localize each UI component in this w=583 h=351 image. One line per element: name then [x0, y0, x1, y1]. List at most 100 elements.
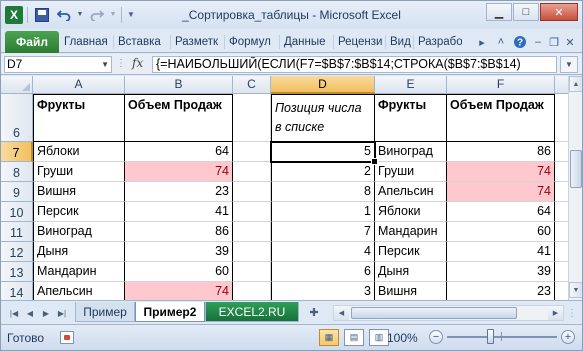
cell-e7[interactable]: Виноград	[375, 142, 447, 162]
cell-c8[interactable]	[233, 162, 271, 182]
cell-d14[interactable]: 3	[271, 282, 375, 300]
cell-b9[interactable]: 23	[125, 182, 233, 202]
split-handle[interactable]: ⋮	[566, 305, 578, 321]
tab-insert[interactable]: Вставка	[117, 33, 168, 51]
cell-c10[interactable]	[233, 202, 271, 222]
help-button[interactable]: ?	[512, 33, 528, 51]
last-sheet-button[interactable]: ▶|	[55, 306, 69, 320]
row-header-7[interactable]: 7	[1, 142, 33, 162]
cell-a7[interactable]: Яблоки	[33, 142, 125, 162]
cell-c6[interactable]	[233, 94, 271, 142]
cell-g10[interactable]	[555, 202, 568, 222]
cell-c14[interactable]	[233, 282, 271, 300]
workbook-restore-button[interactable]: ❐	[547, 33, 561, 51]
cell-d6[interactable]: Позиция числа в списке	[271, 94, 375, 142]
scroll-left-button[interactable]: ◀	[334, 306, 349, 320]
cell-a9[interactable]: Вишня	[33, 182, 125, 202]
cell-d12[interactable]: 4	[271, 242, 375, 262]
column-header-a[interactable]: A	[33, 76, 125, 94]
ribbon-more-tabs[interactable]: ▸	[475, 33, 489, 51]
tab-file[interactable]: Файл	[5, 31, 59, 53]
spreadsheet-grid[interactable]: A B C D E F 6 7 8 9 10 11 12 13 14 Фрукт…	[1, 76, 568, 300]
cell-e11[interactable]: Мандарин	[375, 222, 447, 242]
row-header-9[interactable]: 9	[1, 182, 33, 202]
cell-f11[interactable]: 60	[447, 222, 555, 242]
zoom-slider-thumb[interactable]	[487, 329, 494, 344]
cell-e8[interactable]: Груши	[375, 162, 447, 182]
cell-b6[interactable]: Объем Продаж	[125, 94, 233, 142]
column-header-f[interactable]: F	[447, 76, 555, 94]
cell-c9[interactable]	[233, 182, 271, 202]
maximize-button[interactable]: □	[513, 3, 539, 21]
zoom-slider-track[interactable]	[447, 336, 557, 338]
cell-f8[interactable]: 74	[447, 162, 555, 182]
close-button[interactable]: ✕	[540, 3, 578, 21]
sheet-tab-primer2[interactable]: Пример2	[135, 302, 205, 322]
cell-c12[interactable]	[233, 242, 271, 262]
page-layout-view-button[interactable]: ▤	[344, 329, 364, 346]
scroll-right-button[interactable]: ▶	[548, 306, 563, 320]
cell-f6[interactable]: Объем Продаж	[447, 94, 555, 142]
cell-b10[interactable]: 41	[125, 202, 233, 222]
select-all-button[interactable]	[1, 76, 33, 94]
cell-f10[interactable]: 64	[447, 202, 555, 222]
zoom-out-button[interactable]: −	[429, 330, 443, 344]
row-header-13[interactable]: 13	[1, 262, 33, 282]
column-header-e[interactable]: E	[375, 76, 447, 94]
tab-data[interactable]: Данные	[283, 33, 331, 51]
horizontal-scroll-thumb[interactable]	[351, 307, 517, 319]
row-header-14[interactable]: 14	[1, 282, 33, 300]
scroll-down-button[interactable]: ▼	[569, 282, 582, 298]
row-header-11[interactable]: 11	[1, 222, 33, 242]
page-break-view-button[interactable]: ▥	[369, 329, 389, 346]
cell-a12[interactable]: Дыня	[33, 242, 125, 262]
cell-e14[interactable]: Вишня	[375, 282, 447, 300]
row-header-12[interactable]: 12	[1, 242, 33, 262]
cell-g12[interactable]	[555, 242, 568, 262]
row-header-8[interactable]: 8	[1, 162, 33, 182]
expand-formula-bar-button[interactable]: ▼	[560, 56, 578, 73]
sheet-tab-primer[interactable]: Пример	[75, 302, 135, 322]
cell-d11[interactable]: 7	[271, 222, 375, 242]
insert-sheet-button[interactable]: ✚	[303, 304, 325, 320]
cell-e13[interactable]: Дыня	[375, 262, 447, 282]
cell-b14[interactable]: 74	[125, 282, 233, 300]
cell-c13[interactable]	[233, 262, 271, 282]
cell-b7[interactable]: 64	[125, 142, 233, 162]
formula-input[interactable]: {=НАИБОЛЬШИЙ(ЕСЛИ(F7=$B$7:$B$14;СТРОКА($…	[152, 56, 557, 73]
column-header-d[interactable]: D	[271, 76, 375, 94]
chevron-down-icon[interactable]: ▼	[101, 57, 109, 72]
normal-view-button[interactable]: ▦	[319, 329, 339, 346]
tab-view[interactable]: Вид	[389, 33, 411, 51]
cell-b13[interactable]: 60	[125, 262, 233, 282]
minimize-button[interactable]: ▁	[486, 3, 512, 21]
column-header-c[interactable]: C	[233, 76, 271, 94]
cell-b8[interactable]: 74	[125, 162, 233, 182]
cell-f13[interactable]: 39	[447, 262, 555, 282]
cell-g11[interactable]	[555, 222, 568, 242]
tab-developer[interactable]: Разрабо	[417, 33, 462, 51]
cell-a11[interactable]: Виноград	[33, 222, 125, 242]
tab-formulas[interactable]: Формул	[228, 33, 277, 51]
next-sheet-button[interactable]: ▶	[39, 306, 53, 320]
prev-sheet-button[interactable]: ◀	[23, 306, 37, 320]
tab-home[interactable]: Главная	[63, 33, 111, 51]
workbook-minimize-button[interactable]: –	[531, 33, 545, 51]
cell-d8[interactable]: 2	[271, 162, 375, 182]
scroll-up-button[interactable]: ▲	[569, 76, 582, 92]
vertical-scroll-thumb[interactable]	[570, 150, 582, 188]
cell-b11[interactable]: 86	[125, 222, 233, 242]
cell-c7[interactable]	[233, 142, 271, 162]
zoom-in-button[interactable]: +	[561, 330, 575, 344]
cell-d13[interactable]: 6	[271, 262, 375, 282]
tab-review[interactable]: Рецензи	[337, 33, 383, 51]
cell-f7[interactable]: 86	[447, 142, 555, 162]
cell-a13[interactable]: Мандарин	[33, 262, 125, 282]
tab-page-layout[interactable]: Разметк	[174, 33, 222, 51]
cell-e12[interactable]: Персик	[375, 242, 447, 262]
cell-d9[interactable]: 8	[271, 182, 375, 202]
cell-f14[interactable]: 23	[447, 282, 555, 300]
cell-d7[interactable]: 5	[271, 142, 375, 162]
column-header-b[interactable]: B	[125, 76, 233, 94]
cell-b12[interactable]: 39	[125, 242, 233, 262]
